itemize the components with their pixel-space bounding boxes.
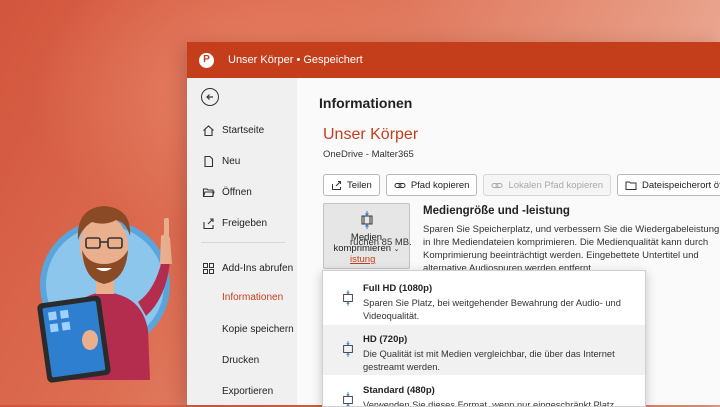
new-file-icon bbox=[201, 154, 215, 168]
copy-path-button[interactable]: Pfad kopieren bbox=[385, 174, 478, 196]
document-location: OneDrive - Malter365 bbox=[323, 149, 414, 160]
share-icon bbox=[201, 216, 215, 230]
sidebar-item-label: Startseite bbox=[222, 124, 265, 136]
sidebar-item-oeffnen[interactable]: Öffnen bbox=[201, 185, 252, 199]
sidebar-item-informationen[interactable]: Informationen bbox=[222, 292, 283, 303]
media-performance-link[interactable]: istung bbox=[350, 254, 375, 265]
option-full-hd[interactable]: Full HD (1080p) Sparen Sie Platz, bei we… bbox=[323, 274, 645, 324]
sidebar-item-exportieren[interactable]: Exportieren bbox=[222, 386, 273, 397]
sidebar-item-label: Öffnen bbox=[222, 186, 252, 198]
title-bar: P Unser Körper • Gespeichert bbox=[187, 42, 720, 78]
document-name: Unser Körper bbox=[323, 126, 419, 143]
open-file-location-button[interactable]: Dateispeicherort öff bbox=[617, 174, 720, 196]
home-icon bbox=[201, 123, 215, 137]
sidebar-item-neu[interactable]: Neu bbox=[201, 154, 240, 168]
sidebar-item-label: Kopie speichern bbox=[222, 324, 294, 335]
compress-media-icon bbox=[341, 341, 355, 362]
copy-local-path-button[interactable]: Lokalen Pfad kopieren bbox=[483, 174, 611, 196]
sidebar-item-startseite[interactable]: Startseite bbox=[201, 123, 264, 137]
page-title: Informationen bbox=[319, 95, 413, 111]
option-description: Die Qualität ist mit Medien vergleichbar… bbox=[363, 349, 615, 372]
share-icon bbox=[332, 180, 341, 190]
action-buttons: Teilen Pfad kopieren Lokalen Pfad kopier… bbox=[323, 174, 720, 196]
backstage-sidebar: Startseite Neu Öffnen Freigeben Add-Ins … bbox=[187, 78, 297, 405]
presenter-illustration bbox=[37, 206, 172, 383]
sidebar-item-label: Drucken bbox=[222, 355, 260, 366]
folder-open-icon bbox=[201, 185, 215, 199]
option-hd[interactable]: HD (720p) Die Qualität ist mit Medien ve… bbox=[323, 325, 645, 375]
sidebar-divider bbox=[201, 242, 285, 243]
compress-media-icon bbox=[341, 290, 355, 311]
share-button[interactable]: Teilen bbox=[323, 174, 380, 196]
option-description: Sparen Sie Platz, bei weitgehender Bewah… bbox=[363, 298, 621, 321]
option-title: HD (720p) bbox=[363, 334, 408, 345]
powerpoint-logo-icon: P bbox=[199, 52, 214, 68]
link-icon bbox=[491, 182, 503, 188]
back-button[interactable] bbox=[201, 88, 219, 106]
sidebar-item-freigeben[interactable]: Freigeben bbox=[201, 216, 267, 230]
option-standard[interactable]: Standard (480p) Verwenden Sie dieses For… bbox=[323, 376, 645, 407]
folder-icon bbox=[625, 181, 637, 190]
window-title: Unser Körper • Gespeichert bbox=[228, 54, 363, 66]
option-description: Verwenden Sie dieses Format, wenn nur ei… bbox=[363, 400, 615, 407]
media-size-text: ruchen 85 MB. bbox=[350, 237, 412, 248]
sidebar-item-label: Add-Ins abrufen bbox=[222, 262, 294, 274]
compress-media-icon bbox=[361, 211, 372, 229]
sidebar-item-drucken[interactable]: Drucken bbox=[222, 355, 259, 366]
compress-media-menu: Full HD (1080p) Sparen Sie Platz, bei we… bbox=[322, 270, 646, 407]
link-icon bbox=[394, 182, 406, 188]
sidebar-item-label: Neu bbox=[222, 155, 241, 167]
sidebar-item-add-ins[interactable]: Add-Ins abrufen bbox=[201, 261, 293, 275]
sidebar-item-label: Exportieren bbox=[222, 386, 274, 397]
arrow-left-icon bbox=[206, 94, 213, 100]
sidebar-item-label: Freigeben bbox=[222, 217, 268, 229]
media-section-description: Sparen Sie Speicherplatz, und verbessern… bbox=[423, 224, 720, 274]
add-ins-icon bbox=[201, 261, 215, 275]
option-title: Full HD (1080p) bbox=[363, 283, 433, 294]
option-title: Standard (480p) bbox=[363, 385, 435, 396]
sidebar-item-kopie-speichern[interactable]: Kopie speichern bbox=[222, 324, 294, 335]
media-section-title: Mediengröße und -leistung bbox=[423, 205, 570, 217]
sidebar-item-label: Informationen bbox=[222, 292, 284, 303]
